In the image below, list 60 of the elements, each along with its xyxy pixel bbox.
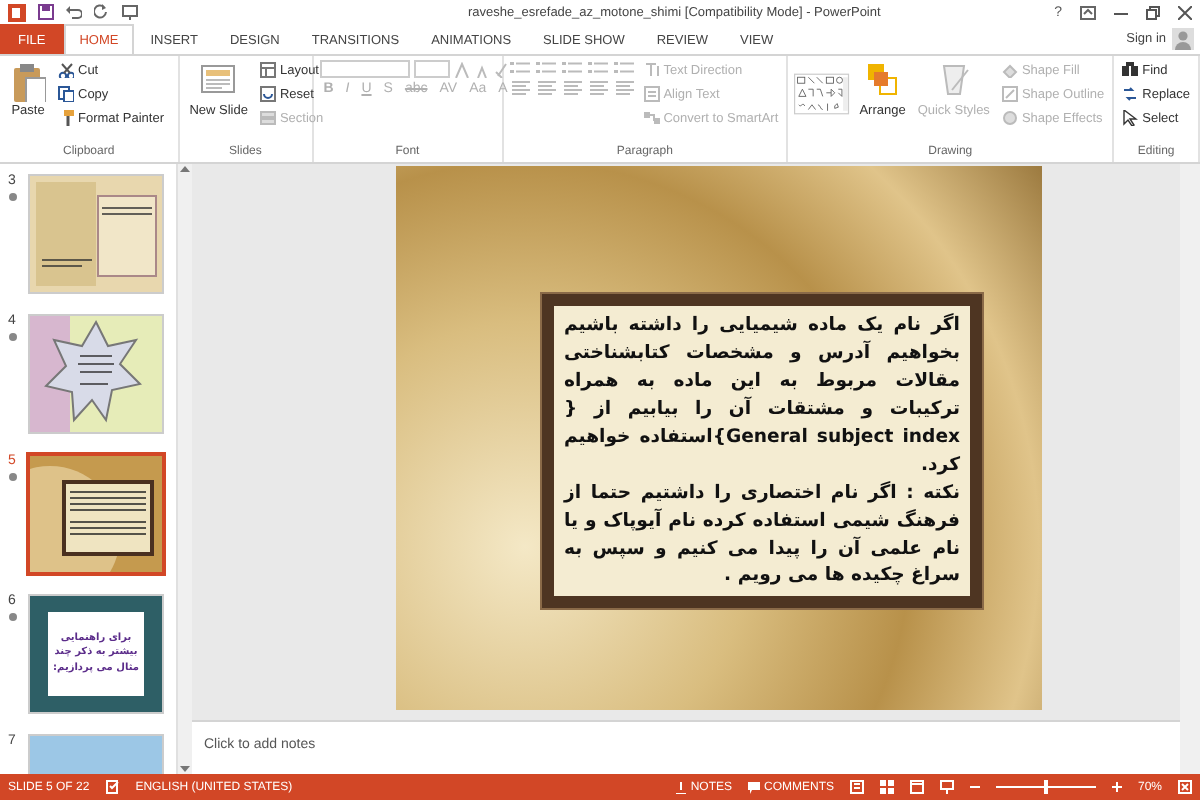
justify-icon[interactable]: [587, 80, 610, 96]
close-icon[interactable]: [1178, 5, 1192, 19]
clipboard-icon: [10, 62, 46, 102]
restore-icon[interactable]: [1146, 5, 1160, 19]
paintbrush-icon: [58, 110, 74, 126]
circle-icon: [1001, 110, 1018, 126]
columns-icon[interactable]: [613, 80, 636, 96]
replace-icon: [1122, 86, 1139, 102]
align-center-icon[interactable]: [535, 80, 558, 96]
decrease-indent-icon[interactable]: [561, 60, 584, 76]
grid-view-icon[interactable]: [879, 780, 894, 794]
slider-thumb[interactable]: [1043, 780, 1048, 794]
pen-icon: [1001, 86, 1018, 102]
slideshow-icon[interactable]: [939, 780, 954, 794]
fit-to-window-icon[interactable]: [1178, 780, 1192, 794]
redo-icon[interactable]: [94, 4, 110, 20]
binoculars-icon: [1122, 62, 1139, 78]
text-direction-icon: [643, 62, 660, 78]
slide-preview-drawing: [30, 316, 162, 432]
font-size-field[interactable]: [413, 60, 450, 78]
cursor-icon: [1122, 110, 1139, 126]
reading-view-icon[interactable]: [909, 780, 924, 794]
align-left-icon[interactable]: [509, 80, 532, 96]
presentation-icon[interactable]: [122, 4, 138, 20]
user-avatar-icon[interactable]: [1172, 28, 1194, 50]
undo-icon[interactable]: [66, 4, 82, 20]
align-right-icon[interactable]: [561, 80, 584, 96]
shrink-font-icon[interactable]: [473, 61, 490, 77]
scrollbar[interactable]: [1180, 164, 1200, 774]
copy-icon: [58, 86, 74, 102]
zoom-out-icon[interactable]: [969, 782, 980, 792]
line-spacing-icon[interactable]: [613, 60, 636, 76]
slide-paragraph: نکته : اگر نام اختصاری را داشتیم حتما از فرهنگ شیمی استفاده کرده نام آیوپاک و یا نام علمی آن را پیدا می کنیم و سپس به سراغ چکیده ها می رویم .: [564, 479, 960, 591]
numbering-icon[interactable]: [535, 60, 558, 76]
normal-view-icon[interactable]: [849, 780, 864, 794]
slide-paragraph: اگر نام یک ماده شیمیایی را داشته باشیم بخواهیم آدرس و مشخصات کتابشناختی مقالات مربوط به این ماده به همراه ترکیبات و مشتقات آن را بیابیم از { General subject index}استفاده خواهیم کرد.: [564, 312, 960, 480]
slide-thumbnail[interactable]: [28, 314, 164, 434]
save-icon[interactable]: [38, 4, 54, 20]
section-icon: [259, 110, 276, 126]
slide-preview-drawing: [30, 456, 162, 572]
clear-formatting-icon[interactable]: [493, 61, 510, 77]
slide-thumbnail[interactable]: [28, 174, 164, 294]
bullets-icon[interactable]: [509, 60, 532, 76]
notes-icon: [676, 781, 687, 793]
scrollbar[interactable]: [176, 164, 192, 774]
scissors-icon: [58, 62, 74, 78]
font-name-field[interactable]: [319, 60, 410, 78]
grow-font-icon[interactable]: [453, 61, 470, 77]
zoom-in-icon[interactable]: [1111, 782, 1122, 792]
spelling-icon[interactable]: [105, 780, 120, 794]
smartart-icon: [643, 110, 660, 126]
layout-icon: [259, 62, 276, 78]
slide-thumbnail[interactable]: [26, 452, 166, 576]
align-text-icon: [643, 86, 660, 102]
comment-icon: [747, 781, 760, 793]
reset-icon: [259, 86, 276, 102]
increase-indent-icon[interactable]: [587, 60, 610, 76]
ribbon-display-icon[interactable]: [1080, 5, 1096, 19]
paint-bucket-icon: [1001, 62, 1018, 78]
slide-preview-drawing: [30, 176, 162, 292]
